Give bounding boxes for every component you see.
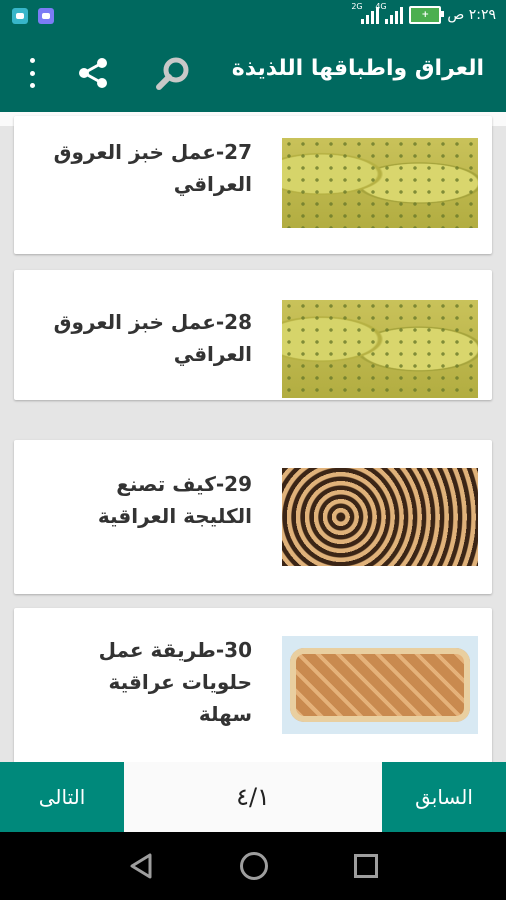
recipe-list[interactable]: 27-عمل خبز العروق العراقي 28-عمل خبز الع… (0, 112, 506, 762)
previous-button[interactable]: السابق (382, 762, 506, 832)
system-nav-bar (0, 832, 506, 900)
back-icon[interactable] (128, 852, 156, 880)
notification-icons (12, 8, 54, 24)
signal-4g-icon: 4G (375, 2, 404, 24)
item-image (282, 138, 478, 228)
app-bar: العراق واطباقها اللذيذة (0, 34, 506, 112)
clock: ٢:٢٩ ص (447, 7, 496, 23)
item-image (282, 468, 478, 566)
search-icon[interactable] (154, 54, 194, 94)
list-item[interactable]: 30-طريقة عمل حلويات عراقية سهلة (14, 608, 492, 762)
pager-bar: التالى ٤/١ السابق (0, 762, 506, 832)
item-title: 27-عمل خبز العروق العراقي (53, 140, 252, 196)
gallery-notification-icon (38, 8, 54, 24)
next-button[interactable]: التالى (0, 762, 124, 832)
item-image (282, 300, 478, 398)
page-indicator: ٤/١ (236, 783, 270, 811)
status-right: 2G 4G + ٢:٢٩ ص (351, 2, 496, 24)
share-icon[interactable] (76, 56, 110, 90)
item-title: 29-كيف تصنع الكليجة العراقية (97, 472, 252, 528)
list-item[interactable]: 27-عمل خبز العروق العراقي (14, 116, 492, 254)
recent-apps-icon[interactable] (354, 854, 378, 878)
overflow-menu-icon[interactable] (22, 58, 42, 88)
item-image (282, 636, 478, 734)
home-icon[interactable] (240, 852, 268, 880)
item-title: 30-طريقة عمل حلويات عراقية سهلة (98, 638, 252, 726)
battery-icon: + (409, 6, 445, 24)
item-title: 28-عمل خبز العروق العراقي (53, 310, 252, 366)
status-bar: 2G 4G + ٢:٢٩ ص (0, 0, 506, 34)
list-item[interactable]: 28-عمل خبز العروق العراقي (14, 270, 492, 400)
list-item[interactable]: 29-كيف تصنع الكليجة العراقية (14, 440, 492, 594)
message-notification-icon (12, 8, 28, 24)
app-title: العراق واطباقها اللذيذة (231, 56, 484, 81)
